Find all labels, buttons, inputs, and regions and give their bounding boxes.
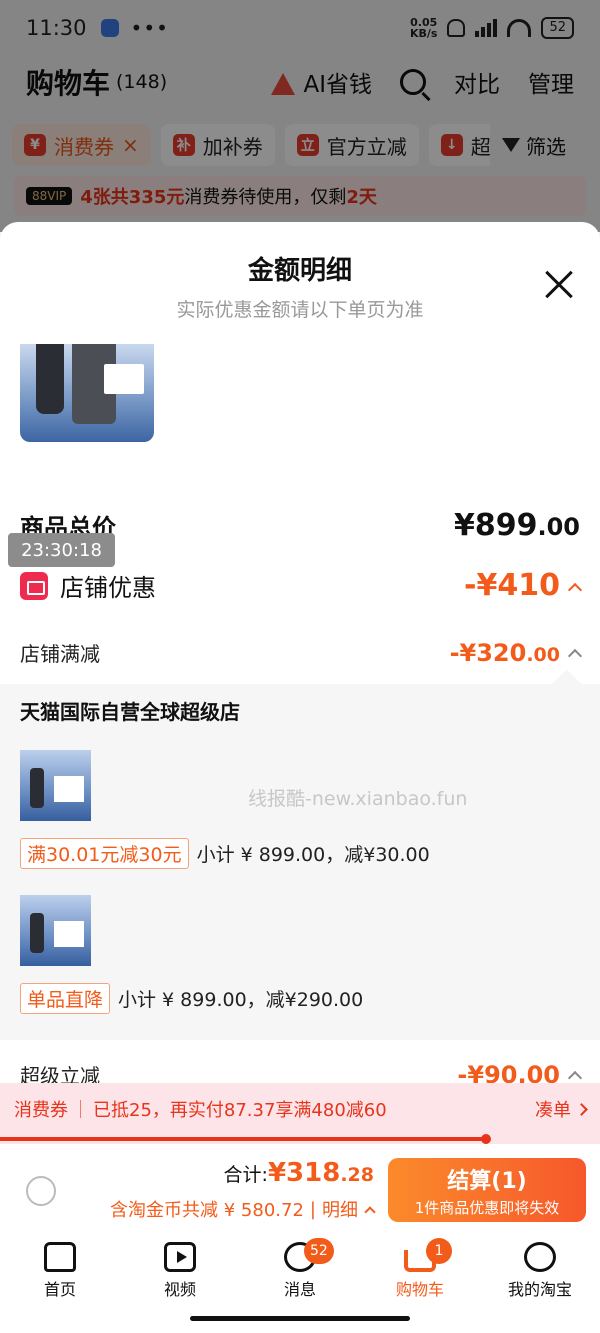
chevron-up-icon [567,582,583,598]
item-thumbnail[interactable] [20,750,91,821]
home-icon [44,1242,76,1272]
bottom-tab-bar: 首页 视频 52 消息 1 购物车 我的淘宝 [0,1236,600,1306]
coupon-label: 消费券 [14,1100,68,1121]
progress-fill [0,1137,486,1141]
tab-home[interactable]: 首页 [0,1236,120,1306]
chevron-right-icon [575,1102,588,1116]
close-icon[interactable] [544,270,574,300]
store-name: 天猫国际自营全球超级店 [20,700,240,724]
message-badge: 52 [304,1238,334,1264]
checkout-bar: 合计: ¥318.28 含淘金币共减 ¥ 580.72 | 明细 结算(1) 1… [0,1146,600,1236]
shop-discount-label: 店铺优惠 [60,574,156,602]
item-discount-line: 单品直降 小计 ¥ 899.00，减¥290.00 [20,983,580,1014]
profile-icon [524,1242,556,1272]
item-subtotal: 小计 ¥ 899.00，减¥290.00 [118,989,364,1011]
add-items-button[interactable]: 凑单 [535,1096,588,1122]
shop-full-reduction-row[interactable]: 店铺满减 -¥320.00 [20,638,583,667]
item-discount-line: 满30.01元减30元 小计 ¥ 899.00，减¥30.00 [20,838,580,869]
cart-badge: 1 [426,1238,452,1264]
coupon-progress-bar[interactable]: 消费券 已抵25，再实付87.37享满480减60 凑单 [0,1083,600,1135]
total-price: ¥318.28 [267,1158,374,1188]
discount-tag: 满30.01元减30元 [20,838,189,869]
discount-tag: 单品直降 [20,983,111,1014]
savings-detail-button[interactable]: 含淘金币共减 ¥ 580.72 | 明细 [110,1196,376,1222]
sheet-subtitle: 实际优惠金额请以下单页为准 [176,299,424,321]
progress-dot [481,1134,491,1144]
tab-video[interactable]: 视频 [120,1236,240,1306]
item-subtotal: 小计 ¥ 899.00，减¥30.00 [196,844,430,866]
tab-cart[interactable]: 1 购物车 [360,1236,480,1306]
shop-full-reduction-label: 店铺满减 [20,642,100,666]
sheet-header: 金额明细 实际优惠金额请以下单页为准 [0,250,600,322]
watermark: 线报酷-new.xianbao.fun [248,788,468,810]
shop-discount-row[interactable]: 店铺优惠 -¥410 [20,568,583,603]
product-image [20,344,154,442]
checkout-button[interactable]: 结算(1) 1件商品优惠即将失效 [388,1158,586,1222]
chevron-up-icon [567,648,583,663]
select-all-checkbox[interactable] [26,1176,56,1206]
coupon-progress [0,1134,600,1144]
home-indicator [190,1316,410,1321]
goods-total-value: ¥899.00 [453,508,580,543]
store-icon [20,571,48,600]
tab-profile[interactable]: 我的淘宝 [480,1236,600,1306]
video-icon [164,1242,196,1272]
chevron-up-icon [364,1206,376,1218]
item-thumbnail[interactable] [20,895,91,966]
tab-messages[interactable]: 52 消息 [240,1236,360,1306]
shop-discount-value: -¥410 [464,568,583,603]
modal-overlay[interactable] [0,0,600,232]
timestamp-overlay: 23:30:18 [8,533,115,567]
total-line: 合计: ¥318.28 [223,1158,374,1188]
coupon-text: 已抵25，再实付87.37享满480减60 [93,1100,387,1121]
sheet-title: 金额明细 [247,256,352,286]
shop-full-reduction-value: -¥320.00 [450,639,583,667]
